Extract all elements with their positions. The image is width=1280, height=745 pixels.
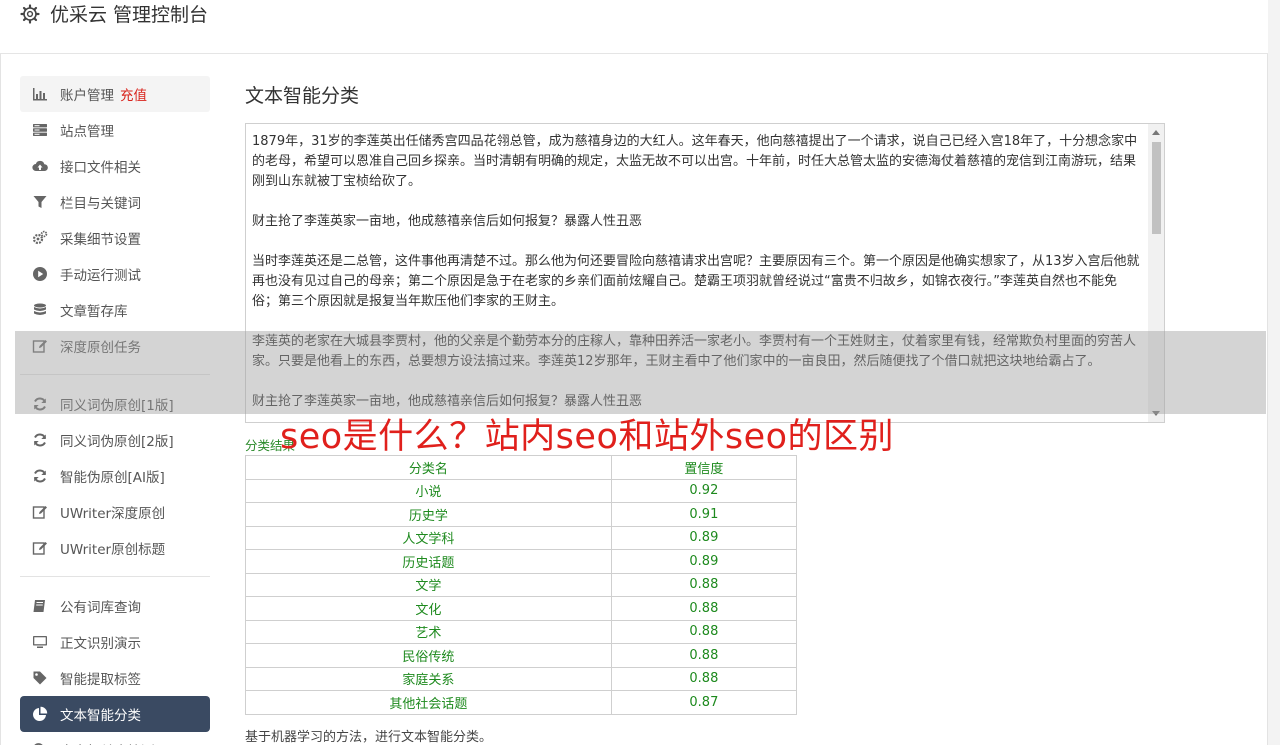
category-cell: 历史学 bbox=[245, 502, 612, 527]
text-paragraph: 当时李莲英还是二总管，这件事他再清楚不过。那么他为何还要冒险向慈禧请求出宫呢？主… bbox=[252, 254, 1140, 309]
book-icon bbox=[32, 598, 48, 614]
table-row: 文化 0.88 bbox=[245, 596, 798, 621]
sidebar-item-label: 智能伪原创[AI版] bbox=[60, 470, 165, 486]
recharge-link[interactable]: 充值 bbox=[120, 84, 147, 104]
sidebar-item-label: 正文识别演示 bbox=[60, 636, 141, 652]
table-row: 小说 0.92 bbox=[245, 478, 798, 503]
edit-icon bbox=[32, 504, 48, 520]
page-scrollbar[interactable] bbox=[1268, 0, 1280, 745]
pie-chart-icon bbox=[32, 706, 48, 722]
table-row: 人文学科 0.89 bbox=[245, 525, 798, 550]
category-cell: 人文学科 bbox=[245, 525, 612, 550]
monitor-icon bbox=[32, 634, 48, 650]
sidebar-item[interactable]: 智能伪原创[AI版] bbox=[20, 458, 210, 494]
confidence-cell: 0.88 bbox=[610, 666, 798, 691]
category-cell: 艺术 bbox=[245, 619, 612, 644]
play-circle-icon bbox=[32, 266, 48, 282]
tag-icon bbox=[32, 670, 48, 686]
category-cell: 小说 bbox=[245, 478, 612, 503]
sidebar-item-label: 文本智能分类 bbox=[60, 708, 141, 724]
main-content: 文本智能分类 bbox=[245, 82, 1165, 110]
scroll-thumb[interactable] bbox=[1152, 142, 1161, 234]
header: 优采云 管理控制台 bbox=[0, 0, 1268, 54]
confidence-cell: 0.92 bbox=[610, 478, 798, 503]
table-row: 历史学 0.91 bbox=[245, 502, 798, 527]
text-paragraph: 财主抢了李莲英家一亩地，他成慈禧亲信后如何报复？暴露人性丑恶 bbox=[252, 214, 643, 229]
category-cell: 其他社会话题 bbox=[245, 690, 612, 715]
sidebar-item-label: UWriter深度原创 bbox=[60, 506, 166, 522]
overlay-banner bbox=[15, 331, 1266, 414]
filter-icon bbox=[32, 194, 48, 210]
sidebar-item[interactable]: 站点管理 bbox=[20, 112, 210, 148]
sidebar-item[interactable]: 公有词库查询 bbox=[20, 588, 210, 624]
text-paragraph: 1879年，31岁的李莲英出任储秀宫四品花翎总管，成为慈禧身边的大红人。这年春天… bbox=[252, 134, 1138, 189]
sidebar-item[interactable]: 接口文件相关 bbox=[20, 148, 210, 184]
sidebar-item[interactable]: 同义词伪原创[2版] bbox=[20, 422, 210, 458]
gears-icon bbox=[32, 230, 48, 246]
category-cell: 历史话题 bbox=[245, 549, 612, 574]
sidebar-item[interactable]: 文章暂存库 bbox=[20, 292, 210, 328]
confidence-cell: 0.88 bbox=[610, 643, 798, 668]
sidebar-item-label: 栏目与关键词 bbox=[60, 196, 141, 212]
refresh-icon bbox=[32, 468, 48, 484]
sidebar-item[interactable]: UWriter深度原创 bbox=[20, 494, 210, 530]
confidence-cell: 0.88 bbox=[610, 572, 798, 597]
result-table: 分类名 置信度 小说 0.92 历史学 0.91 人文学科 0.89 历史话题 0.89 文学 0… bbox=[245, 455, 798, 715]
confidence-cell: 0.88 bbox=[610, 596, 798, 621]
confidence-cell: 0.87 bbox=[610, 690, 798, 715]
server-icon bbox=[32, 122, 48, 138]
gear-icon bbox=[20, 4, 40, 24]
confidence-cell: 0.89 bbox=[610, 549, 798, 574]
category-cell: 文学 bbox=[245, 572, 612, 597]
table-row: 历史话题 0.89 bbox=[245, 549, 798, 574]
sidebar-item[interactable]: 栏目与关键词 bbox=[20, 184, 210, 220]
confidence-cell: 0.89 bbox=[610, 525, 798, 550]
sidebar-item-label: 公有词库查询 bbox=[60, 600, 141, 616]
page-title: 文本智能分类 bbox=[245, 85, 360, 107]
sidebar-item-label: UWriter原创标题 bbox=[60, 542, 166, 558]
edit-icon bbox=[32, 540, 48, 556]
table-row: 其他社会话题 0.87 bbox=[245, 690, 798, 715]
sidebar-item[interactable]: 账户管理 充值 bbox=[20, 76, 210, 112]
sidebar-divider bbox=[20, 576, 210, 577]
sidebar-item-label: 内容相关度检测 bbox=[60, 740, 155, 745]
confidence-cell: 0.91 bbox=[610, 502, 798, 527]
footer-note: 基于机器学习的方法，进行文本智能分类。 bbox=[245, 730, 493, 745]
table-row: 民俗传统 0.88 bbox=[245, 643, 798, 668]
sidebar-item[interactable]: 文本智能分类 bbox=[20, 696, 210, 732]
database-icon bbox=[32, 302, 48, 318]
watermark-text: seo是什么？站内seo和站外seo的区别 bbox=[280, 417, 895, 457]
category-cell: 家庭关系 bbox=[245, 666, 612, 691]
bar-chart-icon bbox=[32, 86, 48, 102]
sidebar-item-label: 智能提取标签 bbox=[60, 672, 141, 688]
confidence-cell: 0.88 bbox=[610, 619, 798, 644]
sidebar-item[interactable]: 采集细节设置 bbox=[20, 220, 210, 256]
table-row: 家庭关系 0.88 bbox=[245, 666, 798, 691]
sidebar-item-label: 站点管理 bbox=[60, 124, 114, 140]
sidebar-item-label: 同义词伪原创[2版] bbox=[60, 434, 174, 450]
refresh-icon bbox=[32, 432, 48, 448]
app-title: 优采云 管理控制台 bbox=[50, 4, 209, 26]
sidebar-item[interactable]: 智能提取标签 bbox=[20, 660, 210, 696]
sidebar-item-label: 采集细节设置 bbox=[60, 232, 141, 248]
sidebar-item-label: 账户管理 bbox=[60, 88, 114, 104]
cloud-upload-icon bbox=[32, 158, 48, 174]
sidebar-item-label: 文章暂存库 bbox=[60, 304, 128, 320]
sidebar-item-label: 接口文件相关 bbox=[60, 160, 141, 176]
scroll-up-arrow-icon[interactable] bbox=[1152, 130, 1160, 135]
category-cell: 民俗传统 bbox=[245, 643, 612, 668]
sidebar-item[interactable]: 内容相关度检测 bbox=[20, 732, 210, 745]
sidebar-item[interactable]: 正文识别演示 bbox=[20, 624, 210, 660]
sidebar-item-label: 手动运行测试 bbox=[60, 268, 141, 284]
sidebar-item[interactable]: 手动运行测试 bbox=[20, 256, 210, 292]
sidebar-item[interactable]: UWriter原创标题 bbox=[20, 530, 210, 566]
category-cell: 文化 bbox=[245, 596, 612, 621]
table-row: 艺术 0.88 bbox=[245, 619, 798, 644]
table-row: 文学 0.88 bbox=[245, 572, 798, 597]
